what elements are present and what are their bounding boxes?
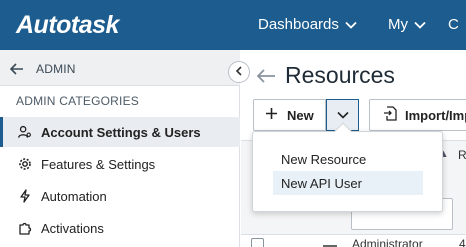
nav-my[interactable]: My xyxy=(388,16,426,33)
puzzle-icon xyxy=(18,221,32,235)
sidebar-item-label: Account Settings & Users xyxy=(41,124,201,140)
nav-truncated-label: C xyxy=(448,16,459,33)
sidebar-item-automation[interactable]: Automation xyxy=(0,181,240,211)
menu-item-label: New API User xyxy=(281,175,362,191)
chevron-left-icon xyxy=(235,63,243,81)
back-arrow-icon[interactable] xyxy=(256,68,276,89)
column-header-partial[interactable]: R xyxy=(458,148,466,162)
chevron-down-icon xyxy=(345,16,357,33)
sidebar-item-activations[interactable]: Activations xyxy=(0,213,240,243)
row-checkbox[interactable] xyxy=(251,238,264,247)
new-button[interactable]: New xyxy=(253,99,326,131)
row-extra-cell: 4 xyxy=(459,237,466,247)
new-button-label: New xyxy=(287,107,314,123)
chevron-down-icon xyxy=(414,16,426,33)
back-arrow-icon xyxy=(9,62,24,80)
sidebar-item-label: Automation xyxy=(41,188,107,204)
admin-back-link[interactable]: ADMIN xyxy=(0,50,240,86)
menu-item-new-api-user[interactable]: New API User xyxy=(273,171,423,195)
nav-truncated[interactable]: C xyxy=(448,16,466,33)
admin-back-label: ADMIN xyxy=(36,62,76,76)
admin-sidebar: ADMIN ADMIN CATEGORIES Account Settings … xyxy=(0,50,240,247)
nav-dashboards-label: Dashboards xyxy=(258,16,339,33)
menu-item-label: New Resource xyxy=(281,151,367,167)
plus-icon xyxy=(265,107,278,123)
menu-item-new-resource[interactable]: New Resource xyxy=(273,147,423,171)
lightning-icon xyxy=(18,189,32,203)
import-button[interactable]: Import/Imp xyxy=(369,99,466,131)
sidebar-item-account-settings[interactable]: Account Settings & Users xyxy=(0,117,240,147)
page-title: Resources xyxy=(285,62,395,88)
new-dropdown-menu: New Resource New API User xyxy=(252,122,443,212)
sidebar-item-features-settings[interactable]: Features & Settings xyxy=(0,149,240,179)
autotask-logo[interactable]: Autotask xyxy=(16,11,119,40)
nav-my-label: My xyxy=(388,16,408,33)
row-menu-icon[interactable] xyxy=(322,240,338,247)
sidebar-item-label: Activations xyxy=(41,220,104,236)
sidebar-item-label: Features & Settings xyxy=(41,156,156,172)
category-heading: ADMIN CATEGORIES xyxy=(16,94,139,108)
top-navigation-bar: Autotask Dashboards My C xyxy=(0,0,466,50)
gear-icon xyxy=(18,157,32,171)
import-icon xyxy=(383,106,397,124)
collapse-sidebar-button[interactable] xyxy=(228,61,250,83)
import-button-label: Import/Imp xyxy=(405,107,466,123)
user-gear-icon xyxy=(18,125,32,139)
nav-dashboards[interactable]: Dashboards xyxy=(258,16,357,33)
row-name-cell: Administrator xyxy=(352,237,423,247)
